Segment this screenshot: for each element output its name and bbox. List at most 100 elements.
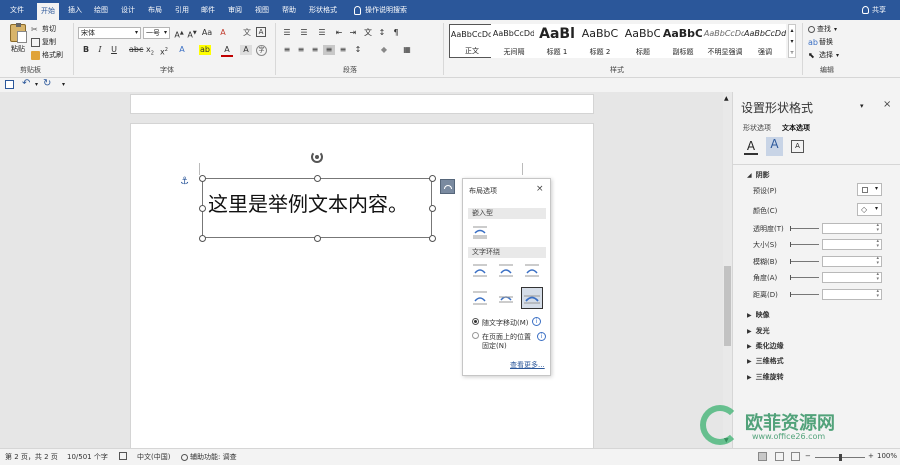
strikethrough-icon[interactable]: abc [129,45,143,55]
soft-edges-section-header[interactable]: ▶ 柔化边缘 [747,341,784,351]
tab-help[interactable]: 帮助 [278,0,300,20]
tab-file[interactable]: 文件 [6,0,28,20]
tab-insert[interactable]: 插入 [64,0,86,20]
resize-handle[interactable] [314,235,321,242]
style-normal[interactable]: AaBbCcDd 正文 [449,24,495,58]
close-icon[interactable]: × [536,184,544,194]
reflection-section-header[interactable]: ▶ 映像 [747,310,770,320]
tab-draw[interactable]: 绘图 [90,0,112,20]
tab-mailings[interactable]: 邮件 [197,0,219,20]
tab-shape-format[interactable]: 形状格式 [305,0,341,20]
text-box-icon[interactable]: A [791,140,804,153]
wrap-square-icon[interactable] [472,263,488,279]
3d-format-section-header[interactable]: ▶ 三维格式 [747,356,784,366]
layout-options-button[interactable] [440,179,455,194]
undo-icon[interactable]: ↶ [22,78,30,89]
char-shading-icon[interactable]: A [240,45,252,55]
tell-me-search[interactable]: 操作说明搜索 [350,0,411,20]
text-box-content[interactable]: 这里是举例文本内容。 [208,188,408,217]
line-spacing-icon[interactable]: ↕ [352,45,364,55]
close-icon[interactable]: × [883,99,891,110]
resize-handle[interactable] [314,175,321,182]
scroll-thumb[interactable] [724,266,731,346]
copy-button[interactable]: 复制 [31,37,56,47]
accessibility-status[interactable]: 辅助功能: 调查 [181,452,237,462]
redo-icon[interactable]: ↻ [43,78,51,89]
size-slider[interactable] [790,244,819,245]
shape-options-tab[interactable]: 形状选项 [743,123,771,133]
highlight-icon[interactable]: ab [199,45,211,55]
vertical-scrollbar[interactable]: ▲ ▼ [723,92,732,448]
resize-handle[interactable] [429,235,436,242]
italic-icon[interactable]: I [94,45,106,55]
chinese-layout-icon[interactable]: 文 [362,28,374,38]
wrap-through-icon[interactable] [524,263,540,279]
text-effects-icon[interactable]: A [766,137,783,156]
change-case-icon[interactable]: Aa [201,28,213,38]
blur-slider[interactable] [790,261,819,262]
align-right-icon[interactable]: ≡ [309,45,321,55]
tab-home[interactable]: 开始 [37,3,59,20]
scroll-up-icon[interactable]: ▲ [724,95,729,102]
style-subtle-emphasis[interactable]: AaBbCcDd 不明显强调 [702,24,748,58]
page-count[interactable]: 第 2 页，共 2 页 [5,452,58,462]
char-border-icon[interactable]: A [256,27,266,37]
clear-formatting-icon[interactable]: A [217,28,229,38]
slider-thumb[interactable] [790,275,791,280]
align-center-icon[interactable]: ≡ [295,45,307,55]
shadow-section-header[interactable]: ◢ 阴影 [747,170,770,180]
radio-fix-position[interactable] [472,332,479,339]
customize-qat-icon[interactable]: ▾ [62,81,65,88]
see-more-link[interactable]: 查看更多... [510,360,545,370]
language[interactable]: 中文(中国) [137,452,170,462]
tab-review[interactable]: 审阅 [224,0,246,20]
wrap-top-bottom-icon[interactable] [472,290,488,306]
slider-thumb[interactable] [790,226,791,231]
wrap-in-front-icon[interactable] [521,287,543,309]
save-icon[interactable] [5,80,14,89]
color-dropdown[interactable]: ◇ ▾ [857,203,882,216]
enclose-char-icon[interactable]: 字 [256,45,267,56]
increase-indent-icon[interactable]: ⇥ [347,28,359,38]
web-layout-icon[interactable] [791,452,800,461]
blur-spinner[interactable]: ▴ ▾ [822,256,882,267]
zoom-slider-thumb[interactable] [839,454,842,461]
text-options-tab[interactable]: 文本选项 [782,123,810,133]
bullets-icon[interactable]: ☰ [281,28,293,38]
font-name-select[interactable]: 宋体 ▾ [78,27,141,39]
justify-icon[interactable]: ≡ [323,45,335,55]
distance-spinner[interactable]: ▴ ▾ [822,289,882,300]
distributed-icon[interactable]: ≡ [337,45,349,55]
zoom-out-icon[interactable]: − [805,452,811,460]
style-heading-2[interactable]: AaBbC 标题 2 [577,24,623,58]
resize-handle[interactable] [429,205,436,212]
resize-handle[interactable] [199,175,206,182]
angle-spinner[interactable]: ▴ ▾ [822,272,882,283]
styles-scroll-control[interactable]: ▴ ▾ ▿ [788,24,796,58]
multilevel-list-icon[interactable]: ☰ [316,28,328,38]
slider-thumb[interactable] [790,292,791,297]
transparency-slider[interactable] [790,228,819,229]
info-icon[interactable]: i [537,332,546,341]
glow-section-header[interactable]: ▶ 发光 [747,326,770,336]
paste-button[interactable]: 粘贴 [8,23,28,54]
decrease-indent-icon[interactable]: ⇤ [333,28,345,38]
sort-icon[interactable]: ↕ [376,28,388,38]
style-heading-1[interactable]: AaBl 标题 1 [534,24,580,58]
align-left-icon[interactable]: ≡ [281,45,293,55]
subscript-icon[interactable]: x2 [144,45,156,59]
pane-options-icon[interactable]: ▾ [860,102,864,110]
select-button[interactable]: ⬉ 选择 ▾ [808,50,839,60]
cut-button[interactable]: ✂ 剪切 [31,24,56,34]
font-size-select[interactable]: 一号 ▾ [143,27,170,39]
style-subtitle[interactable]: AaBbC 副标题 [660,24,706,58]
resize-handle[interactable] [199,235,206,242]
style-no-spacing[interactable]: AaBbCcDd 无间隔 [491,24,537,58]
format-painter-button[interactable]: 格式刷 [31,50,63,60]
borders-icon[interactable]: ▦ [401,45,413,55]
font-color-icon[interactable]: A [221,45,233,57]
zoom-in-icon[interactable]: + [868,452,874,460]
text-effects-icon[interactable]: A [176,45,188,55]
wrap-behind-text-icon[interactable] [498,290,514,306]
bold-icon[interactable]: B [80,45,92,55]
